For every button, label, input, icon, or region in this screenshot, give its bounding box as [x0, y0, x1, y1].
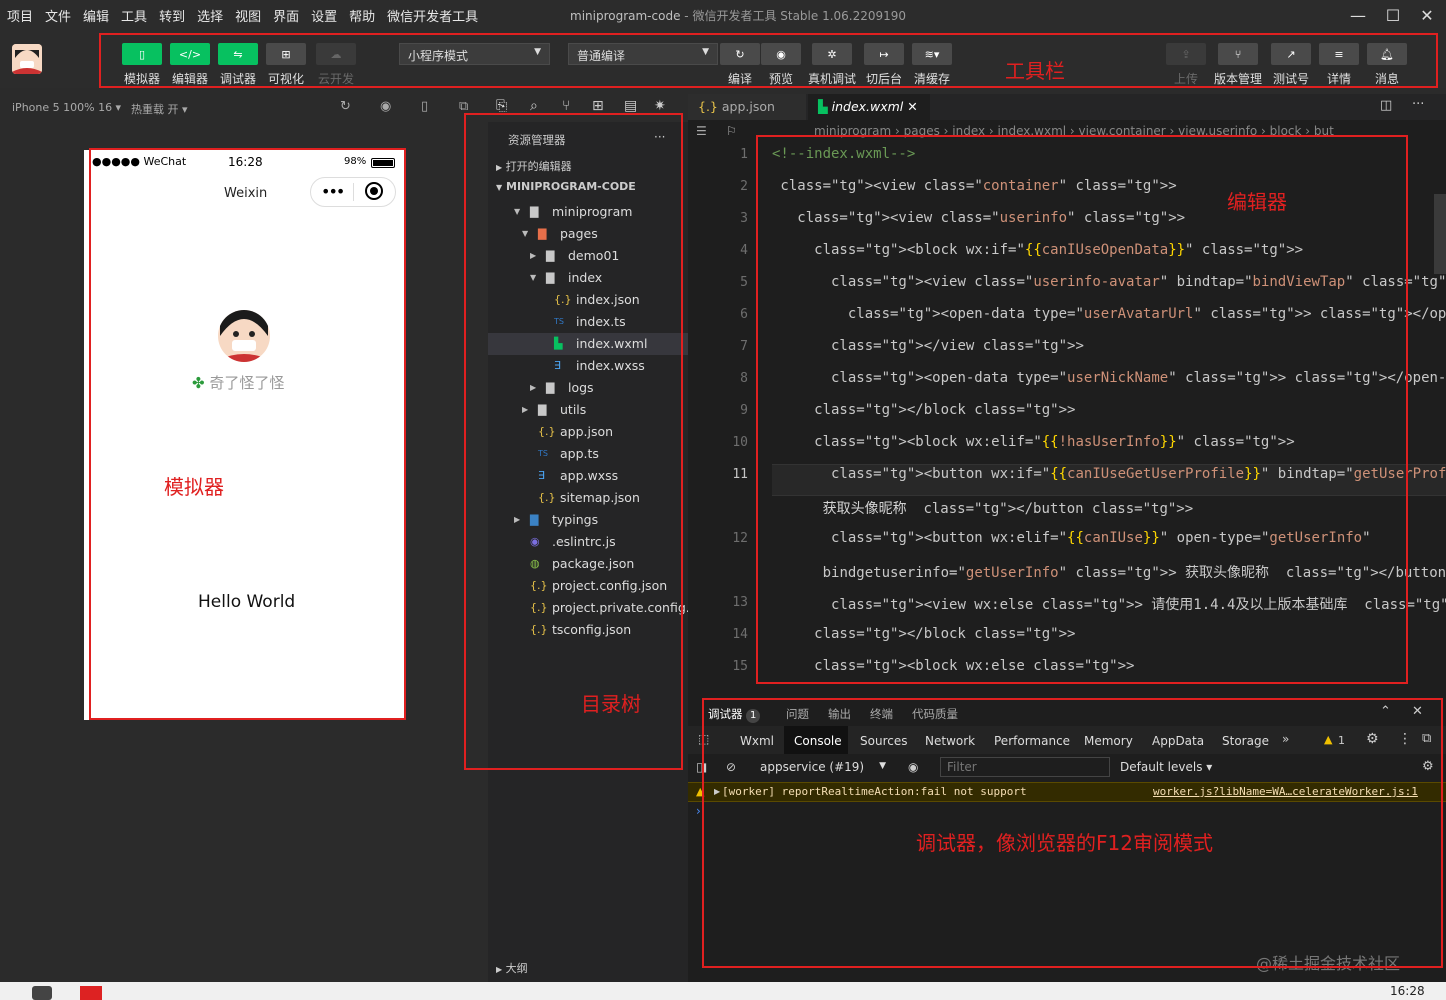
editor-tabs: {.} app.json ▙ index.wxml ✕ ◫ ···: [688, 94, 1446, 120]
simulator-bar: iPhone 5 100% 16 ▾ 热重载 开 ▾ ↻ ◉ ▯ ⧉: [0, 94, 488, 122]
extensions-icon[interactable]: ⊞: [592, 98, 604, 114]
phone-frame-icon[interactable]: ▯: [421, 99, 428, 114]
line-number: 1: [740, 147, 748, 162]
taskbar: 16:28: [0, 982, 1446, 1000]
window-title-tool: - 微信开发者工具 Stable 1.06.2209190: [684, 9, 907, 23]
menu-item[interactable]: 文件: [40, 6, 76, 25]
simulator-annotation: 模拟器: [164, 475, 224, 499]
app-icon[interactable]: [32, 986, 52, 1000]
menu-item[interactable]: 界面: [268, 6, 304, 25]
popout-icon[interactable]: ⧉: [459, 99, 468, 114]
close-tab-icon[interactable]: ✕: [907, 99, 917, 114]
debugger-annotation: 调试器，像浏览器的F12审阅模式: [916, 831, 1213, 855]
line-number: 6: [740, 307, 748, 322]
json-icon: {.}: [698, 99, 718, 114]
line-number: 10: [732, 435, 748, 450]
window-title: miniprogram-code - 微信开发者工具 Stable 1.06.2…: [570, 7, 906, 24]
line-number: 12: [732, 531, 748, 546]
panel-icon[interactable]: ▤: [624, 98, 637, 114]
outline-header[interactable]: 大纲: [506, 962, 528, 975]
editor-scrollbar[interactable]: [1434, 194, 1446, 274]
editor-annotation: 编辑器: [1227, 190, 1287, 214]
tab-index-wxml[interactable]: ▙ index.wxml ✕: [808, 94, 930, 120]
menu-item[interactable]: 微信开发者工具: [382, 6, 483, 25]
device-select[interactable]: iPhone 5 100% 16 ▾: [12, 101, 121, 114]
line-number: 14: [732, 627, 748, 642]
menu-item[interactable]: 帮助: [344, 6, 380, 25]
minimize-button[interactable]: —: [1341, 0, 1375, 30]
window-title-app: miniprogram-code: [570, 9, 681, 23]
menu-item[interactable]: 选择: [192, 6, 228, 25]
split-editor-icon[interactable]: ◫: [1380, 98, 1392, 113]
line-number: 9: [740, 403, 748, 418]
line-number: 5: [740, 275, 748, 290]
tab-app-json[interactable]: {.} app.json: [688, 94, 806, 120]
menu-item[interactable]: 项目: [2, 6, 38, 25]
rotate-icon[interactable]: ↻: [340, 99, 351, 114]
toolbar-annotation: 工具栏: [1005, 59, 1065, 83]
line-number: 8: [740, 371, 748, 386]
menu-item[interactable]: 视图: [230, 6, 266, 25]
line-number: 4: [740, 243, 748, 258]
search-icon[interactable]: ⌕: [530, 98, 538, 114]
line-number: 15: [732, 659, 748, 674]
menu-item[interactable]: 设置: [306, 6, 342, 25]
explorer-highlight: [464, 113, 683, 770]
source-control-icon[interactable]: ⑂: [562, 98, 570, 114]
app-icon[interactable]: [80, 986, 102, 1000]
line-number: 2: [740, 179, 748, 194]
line-number: 13: [732, 595, 748, 610]
menu-item[interactable]: 编辑: [78, 6, 114, 25]
more-actions-icon[interactable]: ···: [1412, 97, 1424, 112]
menu-item[interactable]: 工具: [116, 6, 152, 25]
list-icon[interactable]: ☰: [696, 120, 707, 142]
hotreload-toggle[interactable]: 热重载 开 ▾: [131, 101, 188, 117]
close-window-button[interactable]: ✕: [1410, 0, 1444, 30]
line-number: 11: [732, 467, 748, 482]
bookmark-icon[interactable]: ⚐: [726, 120, 737, 142]
line-number: 3: [740, 211, 748, 226]
simulator-highlight: [89, 148, 406, 720]
tab-label: app.json: [721, 99, 775, 114]
maximize-button[interactable]: ☐: [1376, 0, 1410, 30]
files-icon[interactable]: ⎘: [496, 98, 507, 114]
user-avatar[interactable]: [12, 44, 42, 74]
directory-annotation: 目录树: [581, 692, 641, 716]
gear-icon[interactable]: ✷: [654, 98, 666, 114]
line-number: 7: [740, 339, 748, 354]
taskbar-clock: 16:28: [1390, 984, 1425, 998]
record-icon[interactable]: ◉: [380, 99, 391, 114]
menu-item[interactable]: 转到: [154, 6, 190, 25]
avatar-icon: [12, 44, 42, 74]
tab-label: index.wxml: [831, 99, 904, 114]
toolbar-highlight: [99, 33, 1438, 88]
console-prompt-icon[interactable]: ›: [696, 804, 701, 818]
editor-highlight: [756, 135, 1408, 684]
wxml-icon: ▙: [818, 99, 828, 114]
